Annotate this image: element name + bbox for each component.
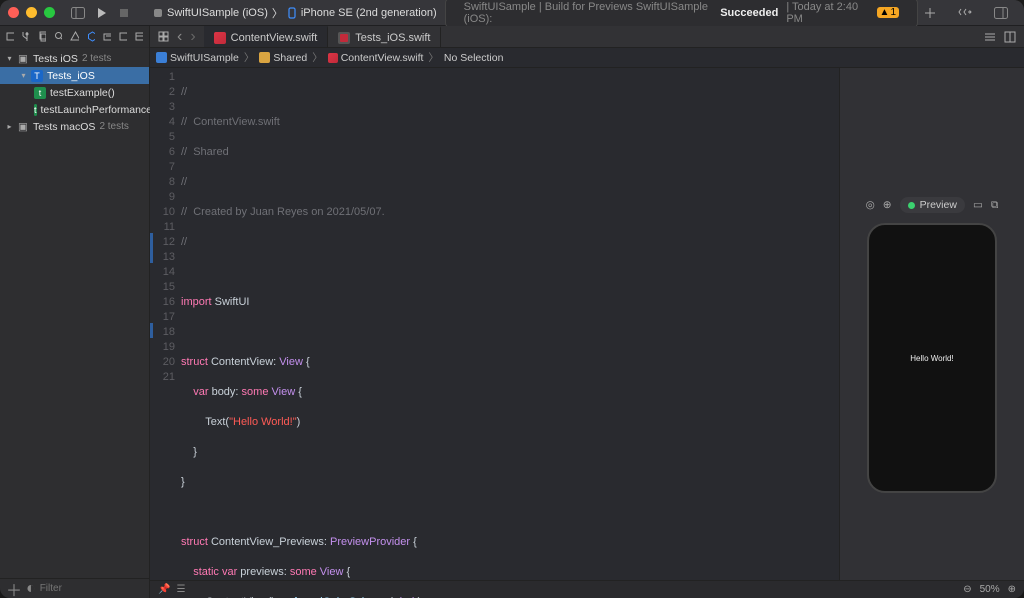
- test-class-row[interactable]: ▾ T Tests_iOS: [0, 67, 149, 84]
- filter-bar: ＋ ◐: [0, 578, 149, 598]
- scheme-name: SwiftUISample (iOS): [167, 7, 268, 19]
- window-controls: [8, 7, 55, 18]
- jump-folder: Shared: [273, 52, 307, 64]
- jump-project: SwiftUISample: [170, 52, 239, 64]
- zoom-window-button[interactable]: [44, 7, 55, 18]
- code-content[interactable]: // // ContentView.swift // Shared // // …: [181, 68, 839, 580]
- editor-options-icon[interactable]: [984, 31, 996, 43]
- test-method-icon: t: [34, 104, 37, 116]
- live-preview-icon[interactable]: ◎: [866, 199, 875, 211]
- warning-count: 1: [890, 7, 896, 18]
- add-editor-icon[interactable]: [1004, 31, 1016, 43]
- inspect-preview-icon[interactable]: ⊕: [883, 199, 892, 211]
- editor-area: ‹ › ContentView.swift Tests_iOS.swift Sw…: [150, 26, 1024, 598]
- preview-toolbar: ◎ ⊕ Preview ▭ ⧉: [840, 193, 1024, 217]
- jump-symbol: No Selection: [444, 52, 504, 64]
- tab-bar: ‹ › ContentView.swift Tests_iOS.swift: [150, 26, 1024, 48]
- report-nav-icon[interactable]: [135, 31, 143, 42]
- breakpoint-nav-icon[interactable]: [119, 31, 127, 42]
- test-method-row[interactable]: t testLaunchPerformance(): [0, 101, 149, 118]
- tab-label: Tests_iOS.swift: [355, 32, 430, 44]
- test-navigator-tree[interactable]: ▾ ▣ Tests iOS 2 tests ▾ T Tests_iOS t te…: [0, 48, 149, 578]
- test-count: 2 tests: [99, 121, 128, 132]
- jump-bar[interactable]: SwiftUISample 〉 Shared 〉 ContentView.swi…: [150, 48, 1024, 68]
- back-icon[interactable]: ‹: [177, 28, 182, 46]
- status-project: SwiftUISample | Build for Previews Swift…: [464, 1, 713, 25]
- xcode-window: SwiftUISample (iOS) 〉 iPhone SE (2nd gen…: [0, 0, 1024, 598]
- preview-canvas: ◎ ⊕ Preview ▭ ⧉ Hello World!: [839, 68, 1024, 580]
- zoom-in-icon[interactable]: ⊕: [1008, 584, 1016, 595]
- tab-label: ContentView.swift: [231, 32, 318, 44]
- test-nav-icon[interactable]: [87, 31, 95, 42]
- issue-nav-icon[interactable]: [70, 31, 78, 42]
- swift-file-icon: [214, 32, 226, 44]
- sidebar-toggle-icon[interactable]: [65, 7, 91, 19]
- swift-file-icon: [328, 53, 338, 63]
- test-group-row[interactable]: ▾ ▣ Tests iOS 2 tests: [0, 50, 149, 67]
- status-result: Succeeded: [720, 7, 778, 19]
- duplicate-preview-icon[interactable]: ⧉: [991, 199, 999, 212]
- zoom-level[interactable]: 50%: [980, 584, 1000, 595]
- find-nav-icon[interactable]: [54, 31, 62, 42]
- test-count: 2 tests: [82, 53, 111, 64]
- test-bundle-label: Tests macOS: [33, 121, 95, 133]
- status-time: | Today at 2:40 PM: [786, 1, 868, 25]
- filter-icon[interactable]: ◐: [26, 580, 36, 598]
- activity-viewer[interactable]: SwiftUISample | Build for Previews Swift…: [445, 0, 918, 28]
- code-review-icon[interactable]: [952, 7, 978, 19]
- preview-label: Preview: [920, 199, 957, 211]
- project-nav-icon[interactable]: [6, 31, 14, 42]
- project-icon: [156, 52, 167, 63]
- jump-file: ContentView.swift: [341, 52, 424, 64]
- preview-device[interactable]: Hello World!: [867, 223, 997, 493]
- tab-tests-ios[interactable]: Tests_iOS.swift: [328, 26, 441, 47]
- test-class-label: Tests_iOS: [47, 70, 95, 82]
- warning-badge[interactable]: ▲1: [877, 7, 899, 18]
- source-control-nav-icon[interactable]: [22, 31, 30, 42]
- preview-hello-text: Hello World!: [910, 354, 953, 363]
- navigator-selector: [0, 26, 149, 48]
- library-icon[interactable]: [918, 7, 942, 19]
- stop-button[interactable]: [113, 8, 135, 18]
- bookmarks-nav-icon[interactable]: [38, 31, 46, 42]
- pin-preview-icon[interactable]: 📌: [158, 584, 170, 595]
- test-method-label: testLaunchPerformance(): [41, 104, 159, 116]
- folder-icon: [259, 52, 270, 63]
- zoom-out-icon[interactable]: ⊖: [963, 584, 971, 595]
- inspector-toggle-icon[interactable]: [988, 7, 1014, 19]
- test-method-icon: t: [34, 87, 46, 99]
- tab-contentview[interactable]: ContentView.swift: [204, 26, 329, 47]
- source-editor[interactable]: 123456789101112131415161718192021 // // …: [150, 68, 839, 580]
- titlebar: SwiftUISample (iOS) 〉 iPhone SE (2nd gen…: [0, 0, 1024, 26]
- test-method-row[interactable]: t testExample(): [0, 84, 149, 101]
- debug-nav-icon[interactable]: [103, 31, 111, 42]
- test-bundle-label: Tests iOS: [33, 53, 78, 65]
- test-method-label: testExample(): [50, 87, 115, 99]
- close-window-button[interactable]: [8, 7, 19, 18]
- preview-status-dot: [908, 202, 915, 209]
- forward-icon[interactable]: ›: [190, 28, 195, 46]
- device-name: iPhone SE (2nd generation): [301, 7, 437, 19]
- preview-status-pill[interactable]: Preview: [900, 197, 965, 213]
- minimize-window-button[interactable]: [26, 7, 37, 18]
- add-icon[interactable]: ＋: [6, 577, 22, 598]
- test-group-row[interactable]: ▸ ▣ Tests macOS 2 tests: [0, 118, 149, 135]
- swift-test-file-icon: [338, 32, 350, 44]
- test-class-icon: T: [31, 70, 43, 82]
- line-gutter: 123456789101112131415161718192021: [153, 68, 181, 580]
- scheme-selector[interactable]: SwiftUISample (iOS) 〉 iPhone SE (2nd gen…: [145, 3, 445, 23]
- run-button[interactable]: [91, 7, 113, 19]
- related-items-icon[interactable]: [158, 31, 169, 42]
- device-settings-icon[interactable]: ▭: [973, 199, 983, 211]
- navigator-sidebar: ▾ ▣ Tests iOS 2 tests ▾ T Tests_iOS t te…: [0, 26, 150, 598]
